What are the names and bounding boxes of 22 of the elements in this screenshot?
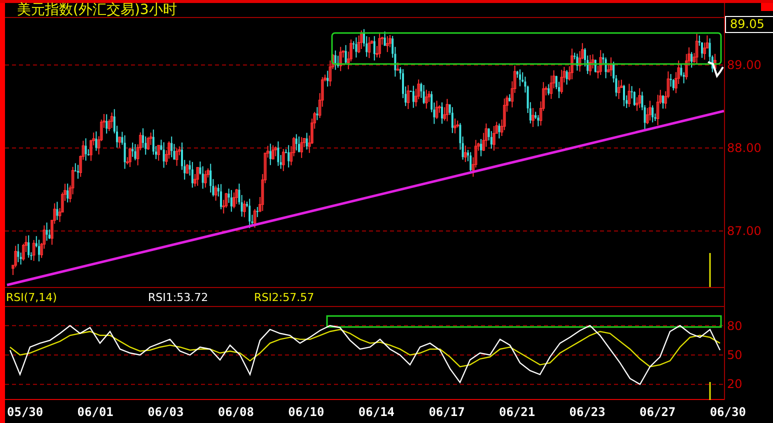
rsi-tick-label: 80 bbox=[727, 318, 742, 334]
last-price-label: 89.05 bbox=[725, 16, 773, 33]
indicator-label: RSI(7,14) bbox=[6, 290, 58, 304]
rsi-tick-label: 50 bbox=[727, 346, 742, 363]
date-label: 06/27 bbox=[640, 404, 676, 418]
date-label: 05/30 bbox=[7, 404, 44, 418]
date-label: 06/03 bbox=[148, 404, 184, 418]
date-label: 06/10 bbox=[288, 404, 324, 418]
date-label: 06/17 bbox=[428, 404, 465, 418]
price-tick-label: 88.00 bbox=[727, 140, 762, 156]
date-label: 06/23 bbox=[569, 404, 606, 418]
rsi1-value: RSI1:53.72 bbox=[148, 290, 210, 304]
rsi-tick-label: 20 bbox=[727, 376, 742, 392]
date-label: 06/14 bbox=[358, 404, 395, 418]
price-tick-label: 87.00 bbox=[727, 223, 762, 239]
date-label: 06/01 bbox=[77, 404, 114, 418]
chart-title: 美元指数(外汇交易)3小时 bbox=[17, 3, 177, 17]
date-label: 06/08 bbox=[218, 404, 254, 418]
date-label: 06/21 bbox=[498, 404, 536, 418]
price-tick-label: 89.00 bbox=[727, 57, 762, 73]
date-label: 06/30 bbox=[710, 404, 746, 418]
rsi2-value: RSI2:57.57 bbox=[254, 290, 314, 304]
